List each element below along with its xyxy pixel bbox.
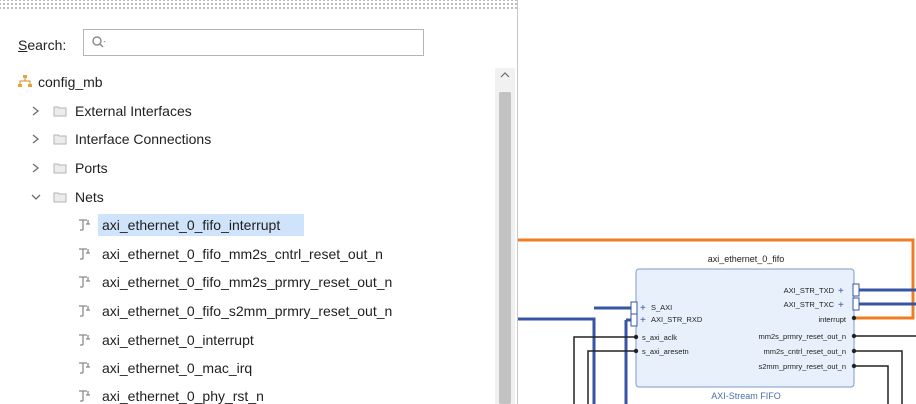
- search-input[interactable]: [83, 29, 424, 56]
- net-label: axi_ethernet_0_fifo_mm2s_cntrl_reset_out…: [102, 246, 383, 262]
- tree-item-net[interactable]: axi_ethernet_0_fifo_interrupt: [0, 213, 495, 237]
- signal-wire[interactable]: [856, 350, 903, 404]
- netlist-panel: Search: config_mb External Interfaces In…: [0, 0, 518, 404]
- block-diagram: axi_ethernet_0_fifo + S_AXI + AXI_STR_RX…: [518, 238, 916, 404]
- port-label: s_axi_aclk: [642, 333, 677, 342]
- tree-item-net[interactable]: axi_ethernet_0_fifo_mm2s_prmry_reset_out…: [0, 270, 495, 294]
- net-label: axi_ethernet_0_interrupt: [102, 332, 254, 348]
- chevron-right-icon[interactable]: [30, 104, 42, 118]
- search-icon[interactable]: [91, 35, 107, 51]
- vertical-scrollbar[interactable]: [495, 68, 515, 404]
- tree-group-label: Interface Connections: [75, 131, 212, 147]
- port-label: AXI_STR_TXC: [784, 300, 835, 309]
- folder-icon: [53, 163, 67, 174]
- tree-item-net[interactable]: axi_ethernet_0_mac_irq: [0, 356, 495, 380]
- net-icon: [79, 362, 90, 374]
- port-label: S_AXI: [651, 303, 672, 312]
- plus-icon: +: [838, 300, 844, 311]
- scroll-up-icon[interactable]: [499, 70, 511, 80]
- port-label: mm2s_prmry_reset_out_n: [758, 332, 846, 341]
- net-icon: [79, 390, 90, 402]
- chevron-right-icon[interactable]: [30, 132, 42, 146]
- net-label: axi_ethernet_0_mac_irq: [102, 360, 253, 376]
- tree-group-label: External Interfaces: [75, 103, 192, 119]
- tree-root-label: config_mb: [38, 74, 103, 90]
- search-label: Search:: [18, 37, 67, 53]
- tree-item-net[interactable]: axi_ethernet_0_fifo_mm2s_cntrl_reset_out…: [0, 242, 495, 266]
- net-label: axi_ethernet_0_phy_rst_n: [102, 388, 264, 404]
- plus-icon: +: [640, 303, 646, 314]
- net-icon: [79, 334, 90, 346]
- block-type-name: AXI-Stream FIFO: [711, 391, 781, 401]
- net-icon: [79, 219, 90, 231]
- tree-group-label: Ports: [75, 160, 108, 176]
- panel-drag-handle[interactable]: [0, 0, 517, 11]
- port-label: mm2s_cntrl_reset_out_n: [763, 347, 846, 356]
- tree-group-ports[interactable]: Ports: [0, 156, 495, 180]
- bus-wire[interactable]: [518, 317, 596, 404]
- net-label: axi_ethernet_0_fifo_mm2s_prmry_reset_out…: [102, 274, 393, 290]
- folder-icon: [53, 134, 67, 145]
- block-diagram-canvas[interactable]: axi_ethernet_0_fifo + S_AXI + AXI_STR_RX…: [518, 0, 916, 404]
- folder-icon: [53, 192, 67, 203]
- port-label: s2mm_prmry_reset_out_n: [758, 362, 846, 371]
- block-instance-name: axi_ethernet_0_fifo: [708, 254, 785, 264]
- net-icon: [79, 248, 90, 260]
- plus-icon: +: [640, 315, 646, 326]
- tree-item-net[interactable]: axi_ethernet_0_fifo_s2mm_prmry_reset_out…: [0, 299, 495, 323]
- folder-icon: [53, 106, 67, 117]
- port-s-axi-aresetn[interactable]: s_axi_aresetn: [633, 347, 689, 356]
- tree-item-net[interactable]: axi_ethernet_0_interrupt: [0, 328, 495, 352]
- port-mm2s-prmry-reset-out-n[interactable]: mm2s_prmry_reset_out_n: [758, 332, 857, 341]
- port-s2mm-prmry-reset-out-n[interactable]: s2mm_prmry_reset_out_n: [758, 362, 857, 371]
- port-mm2s-cntrl-reset-out-n[interactable]: mm2s_cntrl_reset_out_n: [763, 347, 857, 356]
- tree-group-label: Nets: [75, 189, 104, 205]
- tree-group-interface-connections[interactable]: Interface Connections: [0, 127, 495, 151]
- port-label: AXI_STR_RXD: [651, 315, 703, 324]
- chevron-right-icon[interactable]: [30, 161, 42, 175]
- signal-wire[interactable]: [856, 365, 889, 404]
- hierarchy-icon: [18, 75, 32, 87]
- plus-icon: +: [838, 286, 844, 297]
- net-label: axi_ethernet_0_fifo_interrupt: [102, 217, 281, 233]
- net-icon: [79, 305, 90, 317]
- net-icon: [79, 276, 90, 288]
- tree-group-external-interfaces[interactable]: External Interfaces: [0, 99, 495, 123]
- tree-group-nets[interactable]: Nets: [0, 185, 495, 209]
- port-label: s_axi_aresetn: [642, 347, 689, 356]
- port-label: AXI_STR_TXD: [784, 286, 835, 295]
- tree-root[interactable]: config_mb: [0, 70, 495, 94]
- net-label: axi_ethernet_0_fifo_s2mm_prmry_reset_out…: [102, 303, 393, 319]
- tree-item-net[interactable]: axi_ethernet_0_phy_rst_n: [0, 384, 495, 404]
- chevron-down-icon[interactable]: [30, 190, 42, 204]
- port-label: interrupt: [818, 315, 846, 324]
- scrollbar-thumb[interactable]: [499, 92, 511, 404]
